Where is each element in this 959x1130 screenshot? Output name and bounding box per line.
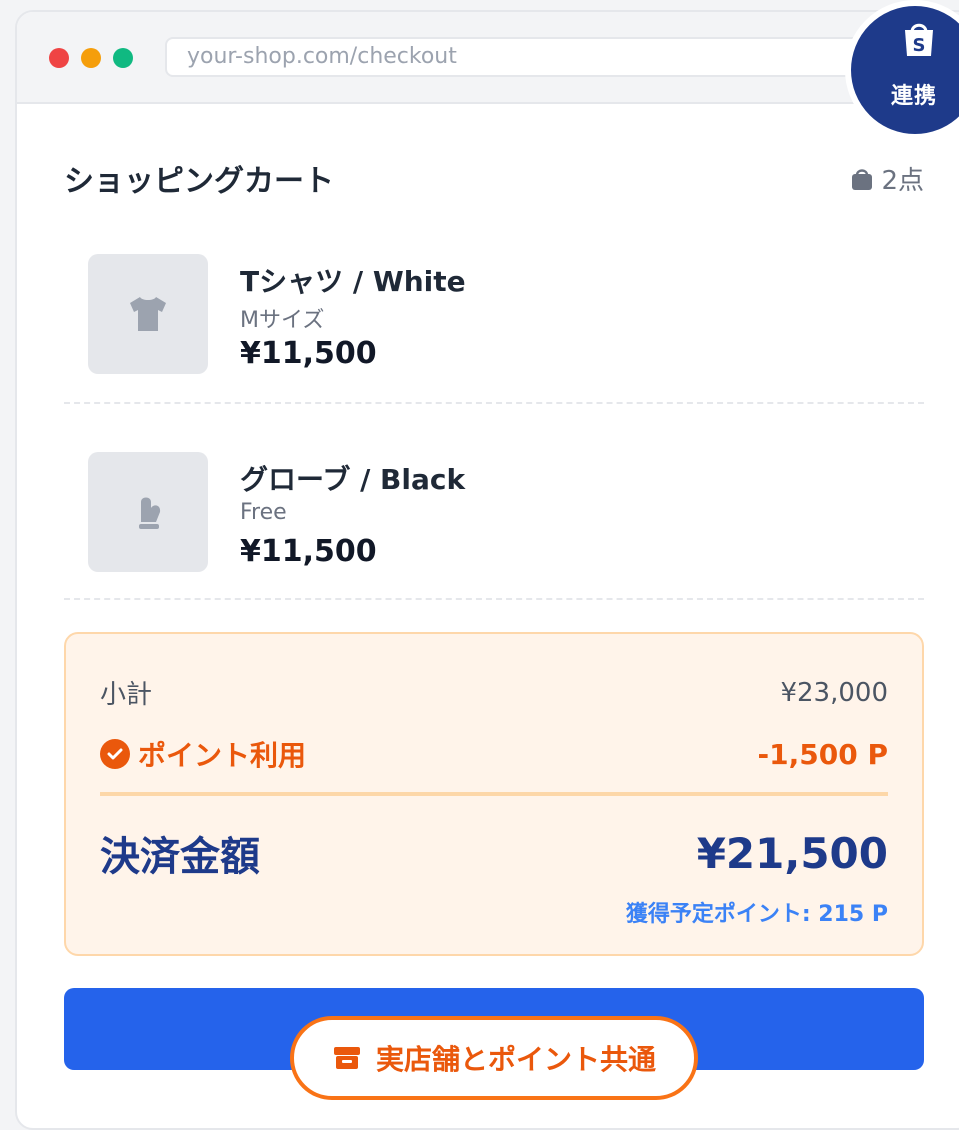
cart-count: 2点 (849, 160, 924, 197)
maximize-window-dot[interactable] (113, 48, 133, 68)
store-points-pill[interactable]: 実店舗とポイント共通 (290, 1016, 698, 1100)
points-label: ポイント利用 (138, 739, 307, 772)
points-toggle[interactable]: ポイント利用 (100, 734, 306, 774)
item-price: ¥11,500 (240, 336, 377, 371)
item-name: Tシャツ / White (240, 265, 466, 298)
store-pill-label: 実店舗とポイント共通 (375, 1043, 656, 1076)
item-thumbnail (88, 254, 208, 374)
subtotal-label: 小計 (100, 680, 153, 710)
points-value: -1,500 P (757, 737, 888, 771)
summary-divider (100, 792, 888, 796)
subtotal-value: ¥23,000 (780, 677, 888, 708)
store-icon (333, 1047, 360, 1069)
url-bar[interactable]: your-shop.com/checkout (165, 37, 885, 77)
minimize-window-dot[interactable] (81, 48, 101, 68)
order-summary: 小計 ¥23,000 ポイント利用 -1,500 P 決済金額 ¥21,500 … (64, 632, 924, 956)
mitten-icon (139, 497, 161, 529)
subtotal-row: 小計 ¥23,000 (100, 674, 888, 711)
item-name: グローブ / Black (240, 463, 466, 496)
item-divider (64, 402, 924, 404)
close-window-dot[interactable] (49, 48, 69, 68)
earned-points: 獲得予定ポイント: 215 P (625, 902, 888, 927)
badge-label: 連携 (891, 84, 938, 109)
cart-item[interactable]: グローブ / Black Free ¥11,500 (64, 448, 924, 598)
points-row: ポイント利用 -1,500 P (100, 734, 888, 774)
shopping-bag-icon (852, 168, 873, 190)
total-value: ¥21,500 (696, 828, 888, 878)
total-label: 決済金額 (100, 834, 260, 880)
item-divider (64, 598, 924, 600)
item-price: ¥11,500 (240, 534, 377, 569)
cart-count-text: 2点 (881, 166, 924, 196)
shopify-bag-icon: S (905, 23, 933, 56)
cart-item[interactable]: Tシャツ / White Mサイズ ¥11,500 (64, 250, 924, 400)
item-thumbnail (88, 452, 208, 572)
svg-text:S: S (913, 35, 926, 56)
item-variant: Free (240, 500, 287, 525)
total-row: 決済金額 ¥21,500 (100, 824, 888, 882)
check-circle-icon (100, 739, 130, 769)
tshirt-icon (130, 297, 166, 331)
browser-titlebar: your-shop.com/checkout (17, 12, 959, 104)
item-variant: Mサイズ (240, 308, 325, 333)
cart-title: ショッピングカート (64, 164, 334, 199)
